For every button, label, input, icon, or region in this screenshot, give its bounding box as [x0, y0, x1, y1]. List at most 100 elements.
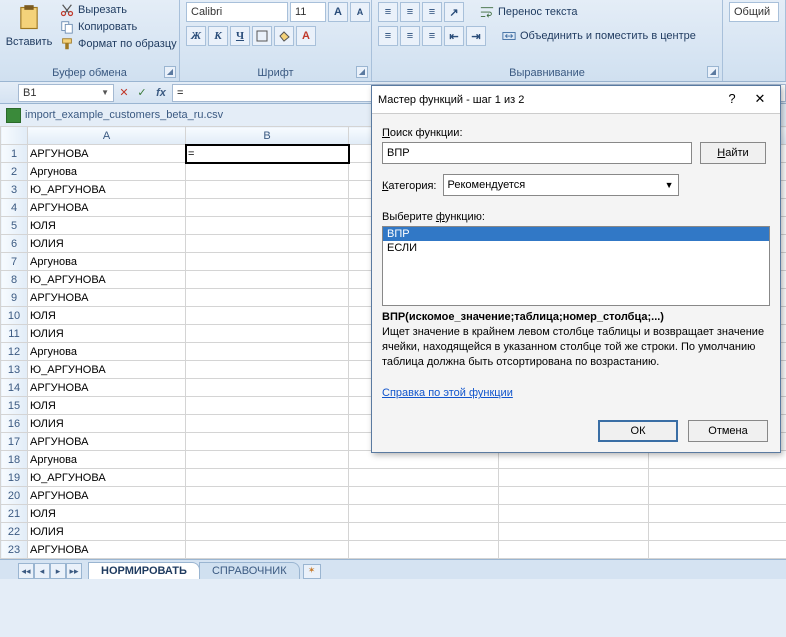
row-header[interactable]: 16: [1, 415, 28, 433]
insert-function-button[interactable]: fx: [152, 87, 170, 99]
cell[interactable]: [349, 505, 499, 523]
row-header[interactable]: 2: [1, 163, 28, 181]
cell[interactable]: АРГУНОВА: [28, 487, 186, 505]
tab-nav-first[interactable]: ◂◂: [18, 563, 34, 579]
underline-button[interactable]: Ч: [230, 26, 250, 46]
row-header[interactable]: 1: [1, 145, 28, 163]
cell[interactable]: АРГУНОВА: [28, 541, 186, 559]
row-header[interactable]: 4: [1, 199, 28, 217]
cell[interactable]: [649, 469, 786, 487]
tab-nav-prev[interactable]: ◂: [34, 563, 50, 579]
orientation-button[interactable]: ↗: [444, 2, 464, 22]
category-select[interactable]: Рекомендуется ▼: [443, 174, 679, 196]
dialog-titlebar[interactable]: Мастер функций - шаг 1 из 2 ? ✕: [372, 86, 780, 114]
cell[interactable]: [649, 541, 786, 559]
cell[interactable]: АРГУНОВА: [28, 433, 186, 451]
alignment-expand[interactable]: ◢: [707, 66, 719, 78]
function-option-esli[interactable]: ЕСЛИ: [383, 241, 769, 255]
find-button[interactable]: Найти: [700, 142, 766, 164]
cell[interactable]: [649, 523, 786, 541]
borders-button[interactable]: [252, 26, 272, 46]
bold-button[interactable]: Ж: [186, 26, 206, 46]
cell[interactable]: [349, 523, 499, 541]
cut-button[interactable]: Вырезать: [56, 2, 181, 18]
cell[interactable]: [186, 397, 349, 415]
row-header[interactable]: 22: [1, 523, 28, 541]
sheet-tab-other[interactable]: СПРАВОЧНИК: [199, 562, 300, 579]
cell[interactable]: АРГУНОВА: [28, 145, 186, 163]
cell[interactable]: [186, 487, 349, 505]
cell[interactable]: [186, 505, 349, 523]
cell[interactable]: ЮЛЯ: [28, 397, 186, 415]
cell[interactable]: [499, 451, 649, 469]
cell[interactable]: [186, 343, 349, 361]
font-color-button[interactable]: A: [296, 26, 316, 46]
align-center-button[interactable]: ≡: [400, 26, 420, 46]
tab-nav-next[interactable]: ▸: [50, 563, 66, 579]
cell[interactable]: АРГУНОВА: [28, 379, 186, 397]
cell[interactable]: АРГУНОВА: [28, 289, 186, 307]
cell[interactable]: [186, 541, 349, 559]
cell[interactable]: ЮЛЯ: [28, 217, 186, 235]
formula-cancel-button[interactable]: ✕: [116, 86, 132, 99]
row-header[interactable]: 19: [1, 469, 28, 487]
decrease-indent-button[interactable]: ⇤: [444, 26, 464, 46]
cell[interactable]: [186, 361, 349, 379]
cell[interactable]: ЮЛИЯ: [28, 523, 186, 541]
align-top-button[interactable]: ≡: [378, 2, 398, 22]
row-header[interactable]: 9: [1, 289, 28, 307]
cell[interactable]: Ю_АРГУНОВА: [28, 361, 186, 379]
font-name-combo[interactable]: Calibri: [186, 2, 288, 22]
cell[interactable]: ЮЛИЯ: [28, 325, 186, 343]
dialog-close-button[interactable]: ✕: [746, 90, 774, 110]
row-header[interactable]: 6: [1, 235, 28, 253]
cell[interactable]: =: [186, 145, 349, 163]
row-header[interactable]: 7: [1, 253, 28, 271]
copy-button[interactable]: Копировать: [56, 19, 181, 35]
row-header[interactable]: 17: [1, 433, 28, 451]
cell[interactable]: [499, 541, 649, 559]
cell[interactable]: [349, 451, 499, 469]
cell[interactable]: [186, 217, 349, 235]
row-header[interactable]: 10: [1, 307, 28, 325]
cell[interactable]: [186, 271, 349, 289]
row-header[interactable]: 14: [1, 379, 28, 397]
cell[interactable]: [349, 487, 499, 505]
cell[interactable]: Аргунова: [28, 451, 186, 469]
cell[interactable]: [186, 325, 349, 343]
wrap-text-button[interactable]: Перенос текста: [476, 4, 582, 20]
cell[interactable]: [186, 379, 349, 397]
cell[interactable]: Аргунова: [28, 253, 186, 271]
row-header[interactable]: 3: [1, 181, 28, 199]
name-box[interactable]: B1▼: [18, 84, 114, 102]
grow-font-button[interactable]: A: [328, 2, 348, 22]
cell[interactable]: ЮЛИЯ: [28, 415, 186, 433]
new-sheet-button[interactable]: ✶: [303, 564, 321, 579]
row-header[interactable]: 15: [1, 397, 28, 415]
cell[interactable]: ЮЛЯ: [28, 307, 186, 325]
sheet-tab-active[interactable]: НОРМИРОВАТЬ: [88, 562, 200, 579]
row-header[interactable]: 21: [1, 505, 28, 523]
cell[interactable]: [649, 451, 786, 469]
row-header[interactable]: 23: [1, 541, 28, 559]
merge-center-button[interactable]: Объединить и поместить в центре: [498, 28, 700, 44]
align-bottom-button[interactable]: ≡: [422, 2, 442, 22]
search-function-input[interactable]: ВПР: [382, 142, 692, 164]
cell[interactable]: [186, 433, 349, 451]
paste-button[interactable]: Вставить: [6, 2, 52, 50]
format-painter-button[interactable]: Формат по образцу: [56, 36, 181, 52]
cell[interactable]: [186, 163, 349, 181]
cell[interactable]: [186, 289, 349, 307]
increase-indent-button[interactable]: ⇥: [466, 26, 486, 46]
cell[interactable]: [349, 469, 499, 487]
row-header[interactable]: 5: [1, 217, 28, 235]
align-left-button[interactable]: ≡: [378, 26, 398, 46]
function-list[interactable]: ВПР ЕСЛИ: [382, 226, 770, 306]
cell[interactable]: [186, 469, 349, 487]
shrink-font-button[interactable]: A: [350, 2, 370, 22]
cell[interactable]: АРГУНОВА: [28, 199, 186, 217]
row-header[interactable]: 12: [1, 343, 28, 361]
cell[interactable]: ЮЛЯ: [28, 505, 186, 523]
cell[interactable]: [186, 523, 349, 541]
col-header-b[interactable]: B: [186, 127, 349, 145]
